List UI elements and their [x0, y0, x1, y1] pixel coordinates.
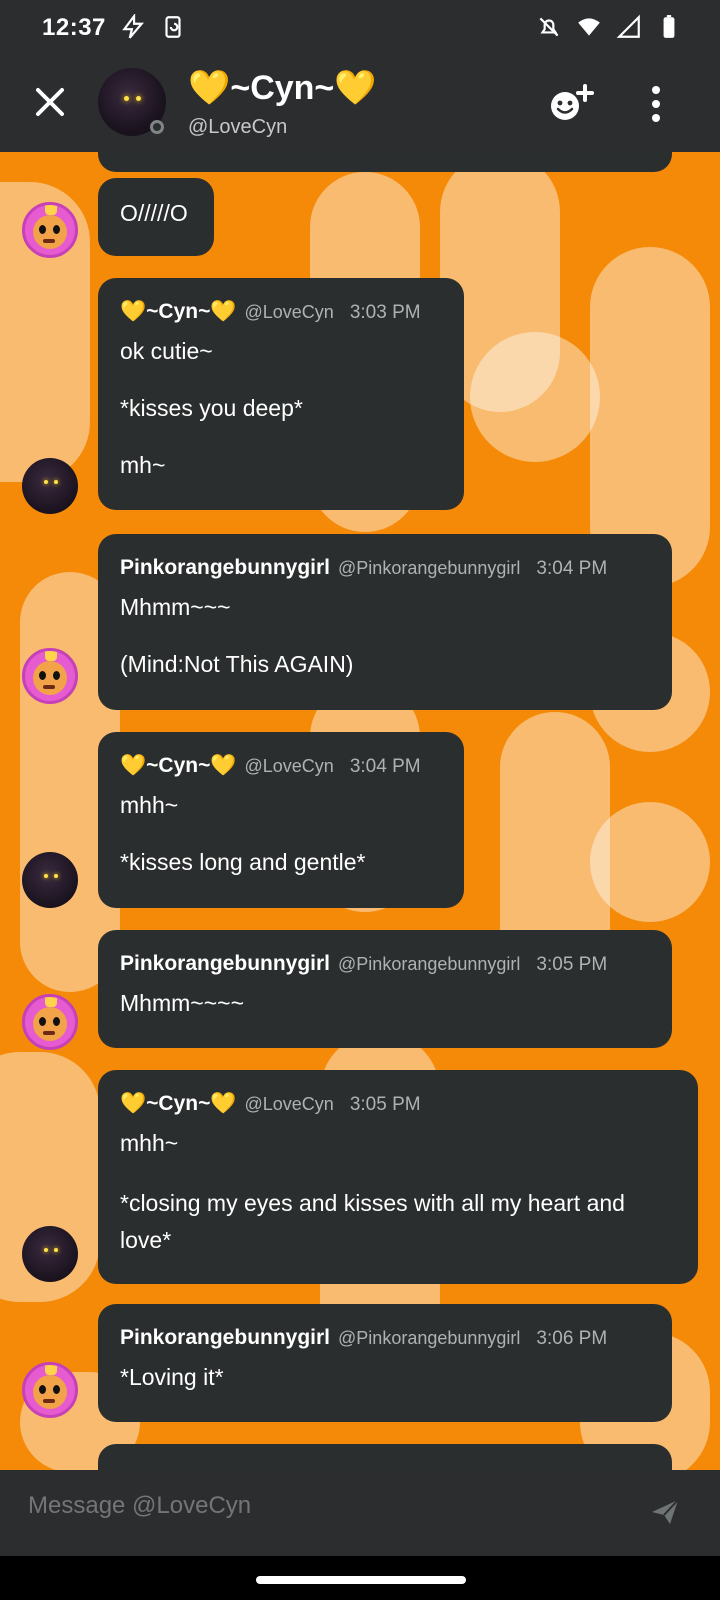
flash-icon [122, 14, 145, 39]
message-text: *Loving it* [120, 1364, 224, 1390]
message-text: Mhmm~~~~ [120, 990, 244, 1016]
message-time: 3:06 PM [536, 1328, 608, 1349]
message-time: 3:05 PM [349, 1094, 421, 1115]
message-handle: @Pinkorangebunnygirl [338, 558, 521, 578]
message-time: 3:04 PM [349, 756, 421, 777]
close-icon[interactable] [30, 82, 70, 122]
home-gesture-handle[interactable] [256, 1576, 466, 1584]
avatar[interactable] [22, 648, 78, 704]
message-author[interactable]: 💛~Cyn~💛 [120, 300, 237, 324]
mute-notifications-icon [539, 17, 559, 37]
message-handle: @LoveCyn [244, 756, 334, 776]
message-bubble-partial [98, 152, 672, 172]
page-title[interactable]: 💛~Cyn~💛 [188, 68, 377, 108]
message-bubble[interactable]: Pinkorangebunnygirl @Pinkorangebunnygirl… [98, 1304, 672, 1422]
message-handle: @Pinkorangebunnygirl [338, 1328, 521, 1348]
message-author[interactable]: Pinkorangebunnygirl [120, 952, 330, 976]
message-author[interactable]: 💛~Cyn~💛 [120, 1092, 237, 1116]
message-text: Mhmm~~~ [120, 594, 231, 620]
message-bubble[interactable]: 💛~Cyn~💛 @LoveCyn 3:04 PM mhh~ *kisses lo… [98, 732, 464, 908]
online-status-indicator [150, 120, 164, 134]
message-text: mhh~ [120, 792, 179, 818]
message-text: O/////O [120, 200, 188, 226]
message-text: (Mind:Not This AGAIN) [120, 651, 354, 677]
message-bubble[interactable]: O/////O [98, 178, 214, 256]
message-text: ok cutie~ [120, 338, 213, 364]
screen-rotate-icon [165, 16, 181, 38]
message-bubble[interactable]: Pinkorangebunnygirl @Pinkorangebunnygirl… [98, 930, 672, 1048]
avatar[interactable] [22, 202, 78, 258]
message-author[interactable]: Pinkorangebunnygirl [120, 1326, 330, 1350]
message-text: *kisses you deep* [120, 395, 303, 421]
add-friend-icon[interactable] [548, 82, 596, 124]
avatar[interactable] [22, 852, 78, 908]
message-bubble[interactable]: 💛~Cyn~💛 @LoveCyn 3:03 PM ok cutie~ *kiss… [98, 278, 464, 510]
message-text: *kisses long and gentle* [120, 849, 366, 875]
system-nav-bar [0, 1556, 720, 1600]
header-handle: @LoveCyn [188, 116, 288, 138]
message-time: 3:03 PM [349, 302, 421, 323]
message-handle: @LoveCyn [244, 1094, 334, 1114]
message-input[interactable] [28, 1492, 588, 1520]
message-text: mh~ [120, 452, 166, 478]
avatar[interactable] [22, 458, 78, 514]
signal-icon [616, 14, 640, 38]
chat-header: 💛~Cyn~💛 @LoveCyn [0, 54, 720, 152]
message-text: *closing my eyes and kisses with all my … [120, 1190, 625, 1253]
message-handle: @Pinkorangebunnygirl [338, 954, 521, 974]
message-text: mhh~ [120, 1130, 179, 1156]
chat-area[interactable]: O/////O 💛~Cyn~💛 @LoveCyn 3:03 PM ok cuti… [0, 152, 720, 1470]
message-composer [0, 1470, 720, 1556]
message-author[interactable]: 💛~Cyn~💛 [120, 754, 237, 778]
message-handle: @LoveCyn [244, 302, 334, 322]
message-bubble-partial [98, 1444, 672, 1470]
more-vertical-icon[interactable] [640, 82, 672, 126]
message-bubble[interactable]: Pinkorangebunnygirl @Pinkorangebunnygirl… [98, 534, 672, 710]
status-bar: 12:37 [0, 0, 720, 54]
message-time: 3:04 PM [536, 558, 608, 579]
status-time: 12:37 [42, 14, 106, 41]
message-author[interactable]: Pinkorangebunnygirl [120, 556, 330, 580]
avatar[interactable] [22, 1226, 78, 1282]
avatar[interactable] [22, 994, 78, 1050]
send-icon[interactable] [650, 1498, 680, 1526]
wifi-icon [578, 18, 600, 36]
battery-icon [663, 15, 675, 38]
message-time: 3:05 PM [536, 954, 608, 975]
avatar[interactable] [22, 1362, 78, 1418]
message-bubble[interactable]: 💛~Cyn~💛 @LoveCyn 3:05 PM mhh~ *closing m… [98, 1070, 698, 1284]
